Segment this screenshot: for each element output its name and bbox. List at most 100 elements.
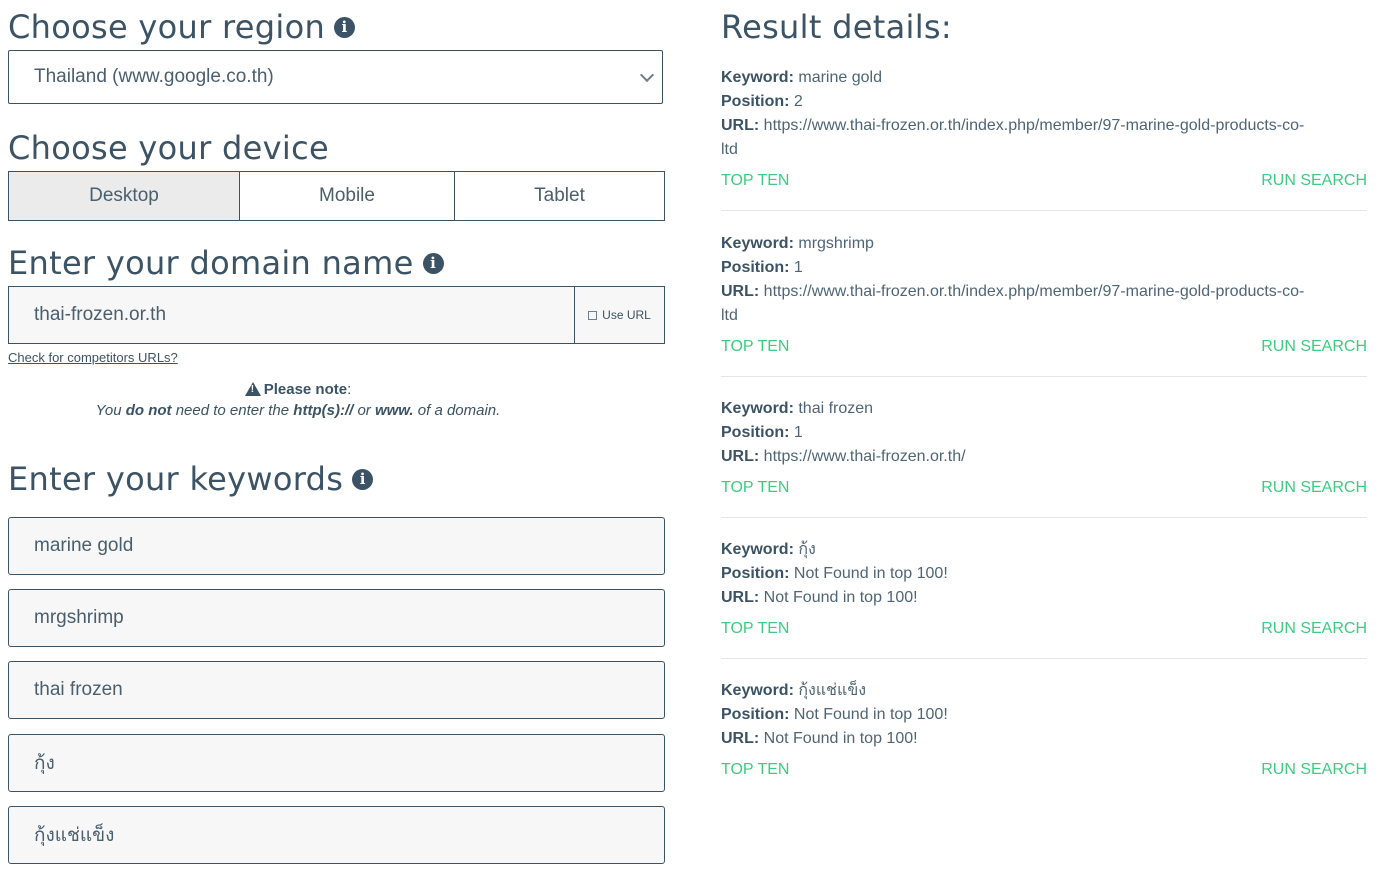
result-actions: TOP TEN RUN SEARCH [721,761,1367,779]
note-text-emphasis: http(s):// [293,402,354,419]
keyword-value: กุ้งแช่แข็ง [798,682,867,699]
position-label: Position: [721,565,790,582]
run-search-link[interactable]: RUN SEARCH [1261,338,1367,356]
run-search-link[interactable]: RUN SEARCH [1261,172,1367,190]
url-value: https://www.thai-frozen.or.th/ [763,448,966,465]
result-url: URL: https://www.thai-frozen.or.th/ [721,445,1367,469]
result-item: Keyword: กุ้ง Position: Not Found in top… [721,538,1367,638]
info-icon[interactable]: i [334,16,356,38]
result-item: Keyword: mrgshrimp Position: 1 URL: http… [721,232,1367,356]
device-option-desktop[interactable]: Desktop [9,172,240,220]
chevron-down-icon [639,67,655,83]
device-toggle-group: Desktop Mobile Tablet [8,171,665,221]
position-label: Position: [721,706,790,723]
position-label: Position: [721,93,790,110]
keyword-label: Keyword: [721,69,794,86]
device-heading: Choose your device [8,129,329,167]
keyword-label: Keyword: [721,400,794,417]
info-icon[interactable]: i [422,252,444,274]
keyword-input-3[interactable]: thai frozen [8,661,665,719]
result-keyword: Keyword: marine gold [721,66,1367,90]
top-ten-link[interactable]: TOP TEN [721,172,789,190]
top-ten-link[interactable]: TOP TEN [721,761,789,779]
top-ten-link[interactable]: TOP TEN [721,338,789,356]
result-position: Position: 2 [721,90,1367,114]
url-label: URL: [721,730,760,747]
note-text-part: You [95,402,126,419]
region-select[interactable]: Thailand (www.google.co.th) [8,50,663,104]
use-url-checkbox[interactable] [588,310,598,320]
domain-input-group: thai-frozen.or.th Use URL [8,286,665,344]
keyword-input-4[interactable]: กุ้ง [8,734,665,792]
result-keyword: Keyword: mrgshrimp [721,232,1367,256]
result-keyword: Keyword: กุ้ง [721,538,1367,562]
position-value: 1 [793,259,803,276]
result-divider [721,376,1367,377]
keyword-input-1[interactable]: marine gold [8,517,665,575]
position-label: Position: [721,424,790,441]
top-ten-link[interactable]: TOP TEN [721,620,789,638]
run-search-link[interactable]: RUN SEARCH [1261,620,1367,638]
region-heading: Choose your region i [8,8,356,46]
result-keyword: Keyword: กุ้งแช่แข็ง [721,679,1367,703]
url-value-cont: ltd [721,307,738,324]
position-value: Not Found in top 100! [793,565,948,582]
keyword-label: Keyword: [721,235,794,252]
result-url: URL: https://www.thai-frozen.or.th/index… [721,114,1367,138]
domain-input[interactable]: thai-frozen.or.th [9,287,574,343]
result-item: Keyword: thai frozen Position: 1 URL: ht… [721,397,1367,497]
result-item: Keyword: กุ้งแช่แข็ง Position: Not Found… [721,679,1367,779]
keyword-label: Keyword: [721,682,794,699]
device-option-tablet[interactable]: Tablet [455,172,664,220]
url-label: URL: [721,283,760,300]
keyword-input-5[interactable]: กุ้งแช่แข็ง [8,806,665,864]
result-item: Keyword: marine gold Position: 2 URL: ht… [721,66,1367,190]
domain-heading: Enter your domain name i [8,244,444,282]
position-label: Position: [721,259,790,276]
keyword-value: thai frozen [798,400,874,417]
result-actions: TOP TEN RUN SEARCH [721,338,1367,356]
result-url: URL: Not Found in top 100! [721,586,1367,610]
note-text-part: or [353,402,375,419]
note-title-line: Please note: [8,381,588,398]
result-position: Position: Not Found in top 100! [721,703,1367,727]
device-option-mobile[interactable]: Mobile [240,172,455,220]
keyword-value: กุ้ง [798,541,816,558]
note-text-emphasis: do not [125,402,172,419]
competitors-urls-link[interactable]: Check for competitors URLs? [8,350,178,365]
position-value: 1 [793,424,803,441]
results-heading: Result details: [721,8,952,46]
region-select-value: Thailand (www.google.co.th) [34,66,274,87]
url-value: Not Found in top 100! [763,730,918,747]
keyword-value: marine gold [798,69,882,86]
url-value: https://www.thai-frozen.or.th/index.php/… [763,117,1305,134]
top-ten-link[interactable]: TOP TEN [721,479,789,497]
use-url-toggle[interactable]: Use URL [574,287,664,343]
note-text-part: of a domain. [413,402,501,419]
run-search-link[interactable]: RUN SEARCH [1261,761,1367,779]
result-divider [721,658,1367,659]
region-heading-text: Choose your region [8,8,326,46]
result-actions: TOP TEN RUN SEARCH [721,172,1367,190]
position-value: 2 [793,93,803,110]
note-title: Please note [263,381,348,398]
keyword-value: mrgshrimp [798,235,874,252]
keyword-label: Keyword: [721,541,794,558]
keyword-input-2[interactable]: mrgshrimp [8,589,665,647]
url-label: URL: [721,448,760,465]
result-url: URL: Not Found in top 100! [721,727,1367,751]
result-url: URL: https://www.thai-frozen.or.th/index… [721,280,1367,304]
warning-icon [244,382,261,396]
result-position: Position: 1 [721,256,1367,280]
result-divider [721,517,1367,518]
device-heading-text: Choose your device [8,129,329,167]
keywords-heading: Enter your keywords i [8,460,374,498]
url-label: URL: [721,589,760,606]
url-value: https://www.thai-frozen.or.th/index.php/… [763,283,1305,300]
result-keyword: Keyword: thai frozen [721,397,1367,421]
result-actions: TOP TEN RUN SEARCH [721,620,1367,638]
note-box: Please note: You do not need to enter th… [8,381,588,419]
info-icon[interactable]: i [352,468,374,490]
use-url-label: Use URL [602,308,651,322]
run-search-link[interactable]: RUN SEARCH [1261,479,1367,497]
